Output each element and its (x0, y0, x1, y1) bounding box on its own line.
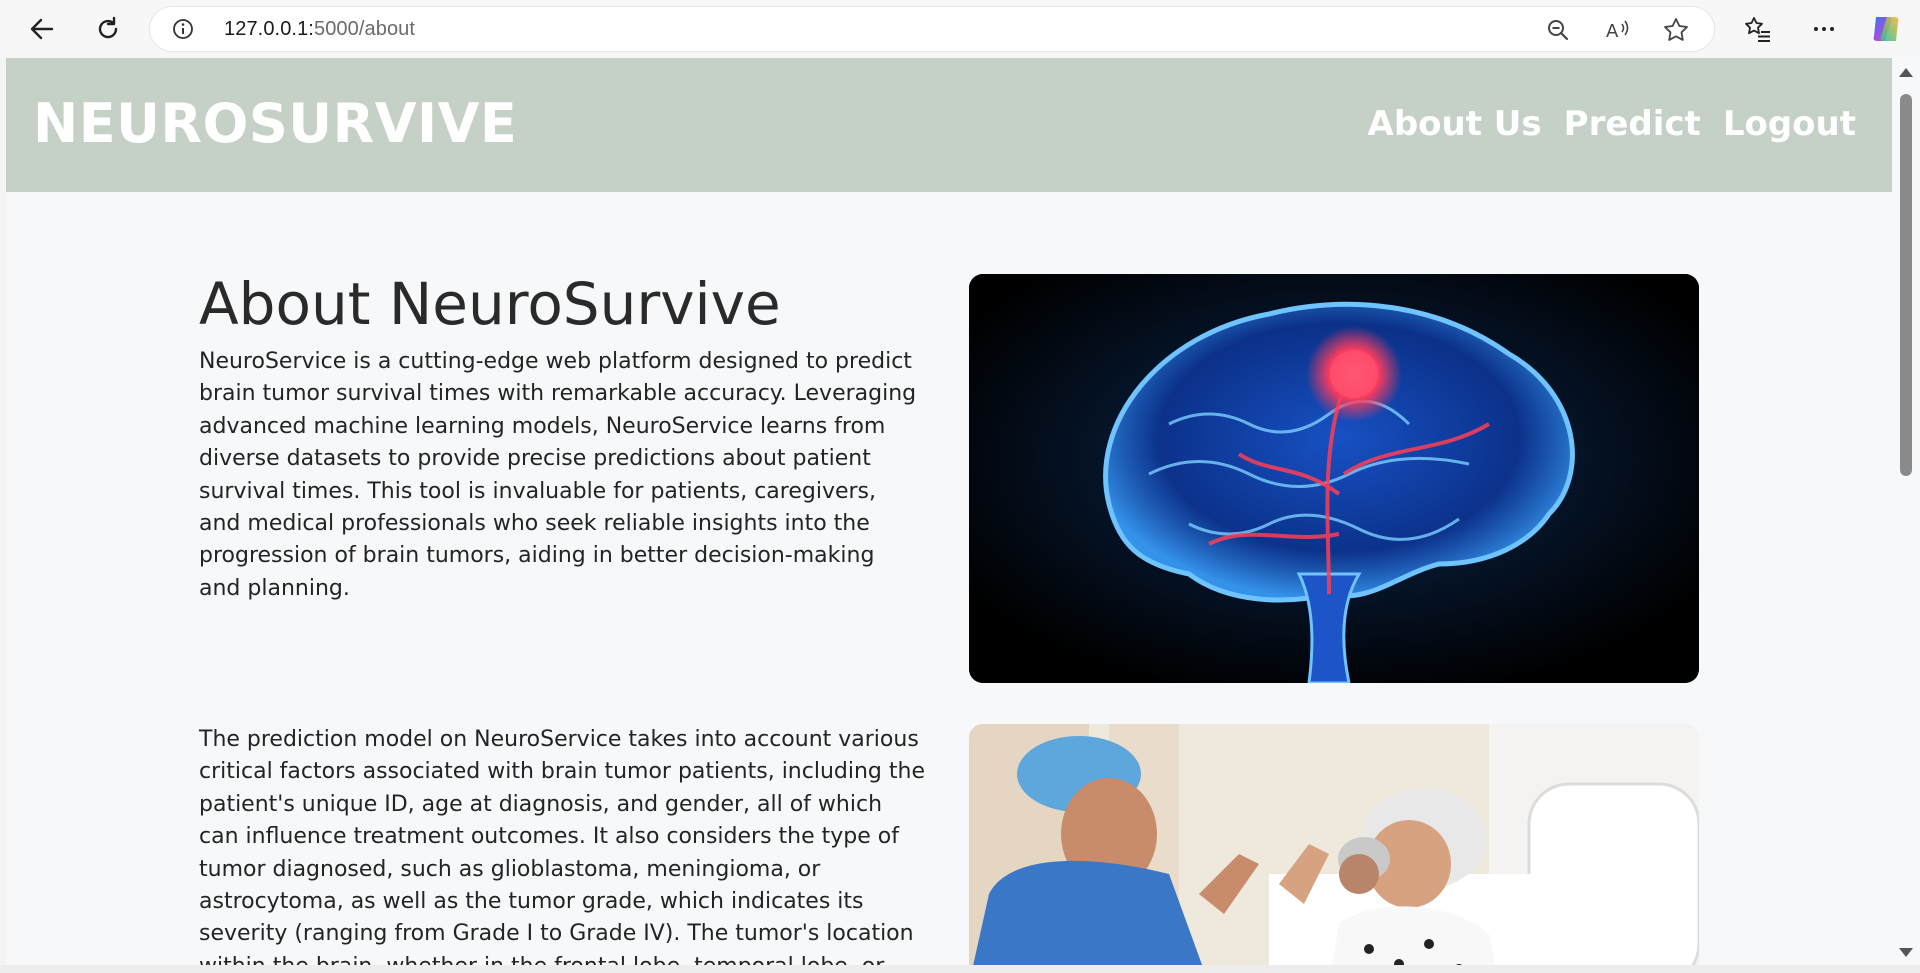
favorite-button[interactable] (1662, 16, 1690, 44)
favorites-list-button[interactable] (1738, 9, 1778, 49)
info-icon[interactable] (172, 18, 194, 40)
more-button[interactable] (1804, 9, 1844, 49)
copilot-icon (1873, 17, 1899, 41)
nav-logout[interactable]: Logout (1723, 104, 1856, 144)
about-paragraph-1: NeuroService is a cutting-edge web platf… (199, 349, 917, 601)
page-viewport: NEUROSURVIVE About Us Predict Logout Abo… (6, 58, 1892, 965)
address-bar[interactable]: 127.0.0.1:5000/about A (150, 7, 1714, 51)
read-aloud-icon: A (1606, 20, 1629, 42)
copilot-button[interactable] (1866, 9, 1906, 49)
window-bottom-edge (0, 965, 1920, 973)
reload-icon (98, 16, 118, 39)
nav-predict[interactable]: Predict (1564, 104, 1701, 144)
more-icon (1814, 27, 1834, 31)
site-header: NEUROSURVIVE About Us Predict Logout (6, 58, 1892, 192)
about-paragraph-2: The prediction model on NeuroService tak… (199, 727, 925, 965)
brain-image (969, 274, 1699, 683)
nav-about-us[interactable]: About Us (1368, 104, 1542, 144)
scroll-up-arrow-icon[interactable] (1899, 68, 1913, 77)
svg-text:A: A (1606, 21, 1619, 42)
main-nav: About Us Predict Logout (1368, 104, 1857, 144)
zoom-out-icon (1548, 20, 1569, 41)
favorite-star-icon (1664, 18, 1688, 41)
reload-button[interactable] (88, 9, 128, 49)
browser-toolbar: 127.0.0.1:5000/about A (0, 0, 1920, 58)
zoom-out-button[interactable] (1544, 16, 1572, 44)
doctor-patient-image (969, 724, 1699, 965)
brand-logo[interactable]: NEUROSURVIVE (33, 92, 517, 155)
back-arrow-icon (30, 18, 54, 40)
scrollbar-thumb[interactable] (1900, 94, 1912, 476)
vertical-scrollbar[interactable] (1892, 58, 1920, 965)
url-text[interactable]: 127.0.0.1:5000/about (224, 18, 415, 41)
favorites-list-icon (1745, 17, 1770, 42)
back-button[interactable] (22, 9, 62, 49)
read-aloud-button[interactable]: A (1604, 16, 1632, 44)
page-title: About NeuroSurvive (199, 270, 781, 338)
scroll-down-arrow-icon[interactable] (1899, 948, 1913, 957)
